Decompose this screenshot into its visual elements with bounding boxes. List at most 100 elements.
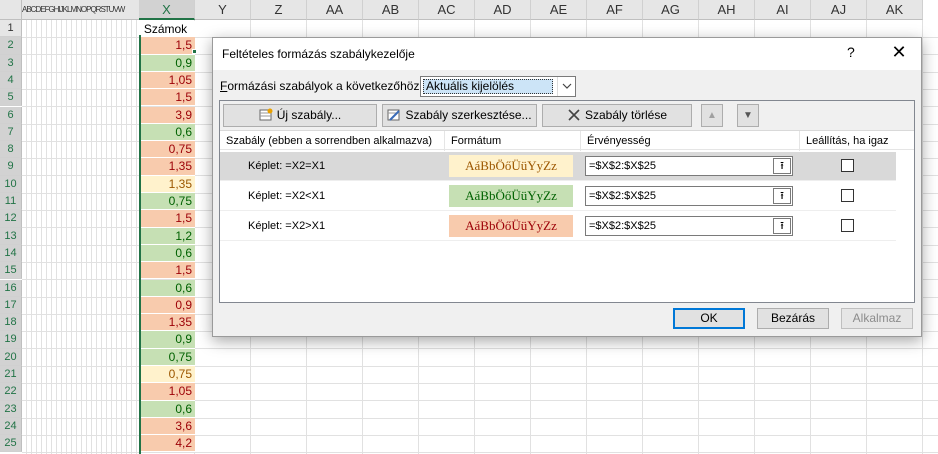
cell-x19[interactable]: 0,9 bbox=[139, 331, 195, 349]
row-header-2[interactable]: 2 bbox=[0, 37, 22, 55]
column-header-aa[interactable]: AA bbox=[307, 0, 363, 20]
cell-x4[interactable]: 1,05 bbox=[139, 71, 195, 90]
apply-button[interactable]: Alkalmaz bbox=[841, 308, 913, 329]
select-all-corner[interactable] bbox=[0, 0, 22, 20]
column-header-ad[interactable]: AD bbox=[475, 0, 531, 20]
cell-x13[interactable]: 1,2 bbox=[139, 227, 195, 245]
row-header-21[interactable]: 21 bbox=[0, 366, 22, 384]
applies-to-field[interactable]: =$X$2:$X$25 ⭱ bbox=[585, 186, 793, 206]
cell-x17[interactable]: 0,9 bbox=[139, 296, 195, 315]
cell-x14[interactable]: 0,6 bbox=[139, 244, 195, 263]
move-down-button[interactable]: ▼ bbox=[737, 104, 759, 127]
cell-x21[interactable]: 0,75 bbox=[139, 366, 195, 384]
cell-x24[interactable]: 3,6 bbox=[139, 417, 195, 436]
gridline bbox=[922, 20, 923, 454]
ok-button[interactable]: OK bbox=[673, 308, 745, 329]
cell-x22[interactable]: 1,05 bbox=[139, 383, 195, 401]
column-header-aj[interactable]: AJ bbox=[811, 0, 867, 20]
cell-x7[interactable]: 0,6 bbox=[139, 123, 195, 142]
move-up-button[interactable]: ▲ bbox=[701, 104, 723, 127]
help-button[interactable]: ? bbox=[847, 44, 855, 60]
row-header-15[interactable]: 15 bbox=[0, 262, 22, 280]
stop-if-true-checkbox[interactable] bbox=[841, 189, 854, 202]
cf-rules-manager-dialog: Feltételes formázás szabálykezelője ? ✕ … bbox=[212, 37, 922, 337]
column-header-ae[interactable]: AE bbox=[531, 0, 587, 20]
column-x-header-cell[interactable]: Számok bbox=[139, 21, 195, 38]
column-header-af[interactable]: AF bbox=[587, 0, 643, 20]
show-rules-for-label: Formázási szabályok a következőhöz: bbox=[220, 79, 423, 93]
row-header-5[interactable]: 5 bbox=[0, 89, 22, 107]
row-header-19[interactable]: 19 bbox=[0, 331, 22, 349]
cell-x20[interactable]: 0,75 bbox=[139, 348, 195, 366]
cell-x8[interactable]: 0,75 bbox=[139, 141, 195, 159]
column-header-ah[interactable]: AH bbox=[699, 0, 755, 20]
row-header-16[interactable]: 16 bbox=[0, 279, 22, 297]
cell-x25[interactable]: 4,2 bbox=[139, 435, 195, 453]
cell-x15[interactable]: 1,5 bbox=[139, 262, 195, 280]
row-header-23[interactable]: 23 bbox=[0, 400, 22, 418]
row-header-20[interactable]: 20 bbox=[0, 348, 22, 366]
column-header-x[interactable]: X bbox=[139, 0, 195, 20]
column-header-ag[interactable]: AG bbox=[643, 0, 699, 20]
dialog-title: Feltételes formázás szabálykezelője bbox=[222, 47, 415, 61]
collapse-dialog-icon[interactable]: ⭱ bbox=[773, 158, 791, 174]
fill-handle[interactable] bbox=[192, 49, 197, 54]
cell-x11[interactable]: 0,75 bbox=[139, 193, 195, 211]
row-header-13[interactable]: 13 bbox=[0, 227, 22, 245]
row-header-11[interactable]: 11 bbox=[0, 193, 22, 211]
row-header-24[interactable]: 24 bbox=[0, 417, 22, 436]
row-header-12[interactable]: 12 bbox=[0, 210, 22, 228]
cell-x10[interactable]: 1,35 bbox=[139, 175, 195, 193]
rule-formula: Képlet: =X2>X1 bbox=[248, 220, 326, 232]
show-rules-for-select[interactable]: Aktuális kijelölés bbox=[420, 76, 576, 97]
row-header-10[interactable]: 10 bbox=[0, 175, 22, 193]
row-header-7[interactable]: 7 bbox=[0, 123, 22, 142]
column-header-ai[interactable]: AI bbox=[755, 0, 811, 20]
cell-x9[interactable]: 1,35 bbox=[139, 158, 195, 176]
stop-if-true-checkbox[interactable] bbox=[841, 219, 854, 232]
row-header-18[interactable]: 18 bbox=[0, 314, 22, 332]
new-rule-label: Új szabály... bbox=[276, 108, 342, 122]
cell-x2[interactable]: 1,5 bbox=[139, 37, 195, 55]
row-header-17[interactable]: 17 bbox=[0, 296, 22, 315]
row-header-1[interactable]: 1 bbox=[0, 20, 22, 38]
dialog-titlebar: Feltételes formázás szabálykezelője ? ✕ bbox=[213, 38, 921, 70]
column-header-ac[interactable]: AC bbox=[419, 0, 475, 20]
column-header-ab[interactable]: AB bbox=[363, 0, 419, 20]
cell-x12[interactable]: 1,5 bbox=[139, 210, 195, 228]
delete-rule-button[interactable]: Szabály törlése bbox=[542, 104, 692, 127]
edit-rule-button[interactable]: Szabály szerkesztése... bbox=[382, 104, 537, 127]
cell-x6[interactable]: 3,9 bbox=[139, 106, 195, 124]
cell-x3[interactable]: 0,9 bbox=[139, 54, 195, 72]
applies-to-field[interactable]: =$X$2:$X$25 ⭱ bbox=[585, 216, 793, 236]
row-header-4[interactable]: 4 bbox=[0, 71, 22, 90]
chevron-down-icon[interactable] bbox=[557, 77, 575, 96]
row-header-8[interactable]: 8 bbox=[0, 141, 22, 159]
row-header-22[interactable]: 22 bbox=[0, 383, 22, 401]
row-header-14[interactable]: 14 bbox=[0, 244, 22, 263]
cell-x18[interactable]: 1,35 bbox=[139, 314, 195, 332]
rule-row[interactable]: Képlet: =X2<X1 AáBbÖőÜüYyZz =$X$2:$X$25 ⭱ bbox=[220, 182, 896, 211]
column-header-z[interactable]: Z bbox=[251, 0, 307, 20]
row-header-25[interactable]: 25 bbox=[0, 435, 22, 453]
column-header-ak[interactable]: AK bbox=[867, 0, 923, 20]
column-header-y[interactable]: Y bbox=[195, 0, 251, 20]
close-button[interactable]: Bezárás bbox=[757, 308, 829, 329]
rule-row[interactable]: Képlet: =X2>X1 AáBbÖőÜüYyZz =$X$2:$X$25 ⭱ bbox=[220, 212, 896, 241]
row-header-3[interactable]: 3 bbox=[0, 54, 22, 72]
applies-to-value: =$X$2:$X$25 bbox=[589, 160, 656, 172]
row-header-6[interactable]: 6 bbox=[0, 106, 22, 124]
cell-x5[interactable]: 1,5 bbox=[139, 89, 195, 107]
row-header-9[interactable]: 9 bbox=[0, 158, 22, 176]
cell-x23[interactable]: 0,6 bbox=[139, 400, 195, 418]
applies-to-field[interactable]: =$X$2:$X$25 ⭱ bbox=[585, 156, 793, 176]
collapse-dialog-icon[interactable]: ⭱ bbox=[773, 218, 791, 234]
cell-x16[interactable]: 0,6 bbox=[139, 279, 195, 297]
format-preview: AáBbÖőÜüYyZz bbox=[449, 155, 573, 177]
new-rule-button[interactable]: Új szabály... bbox=[223, 104, 377, 127]
collapse-dialog-icon[interactable]: ⭱ bbox=[773, 188, 791, 204]
rule-row[interactable]: Képlet: =X2=X1 AáBbÖőÜüYyZz =$X$2:$X$25 ⭱ bbox=[220, 152, 896, 181]
label-text: ormázási szabályok a következőhöz: bbox=[227, 79, 423, 93]
close-icon[interactable]: ✕ bbox=[887, 40, 911, 64]
stop-if-true-checkbox[interactable] bbox=[841, 159, 854, 172]
